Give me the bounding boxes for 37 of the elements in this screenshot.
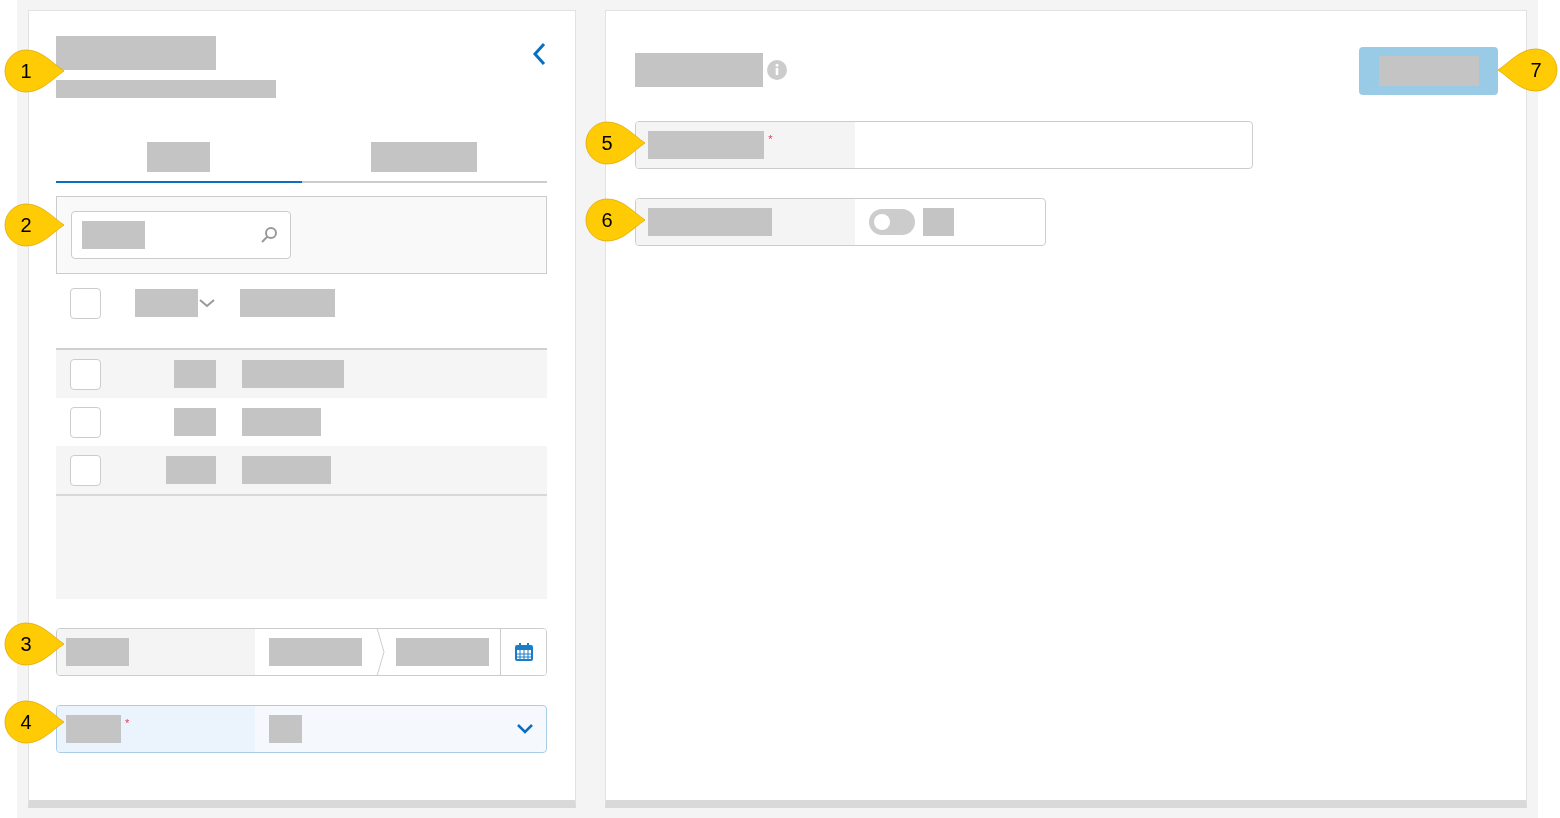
info-icon [767,60,788,80]
redacted-text [66,715,121,743]
redacted-text [82,221,145,249]
redacted-text [174,408,216,436]
redacted-text [269,715,302,743]
checkbox[interactable] [70,358,101,390]
name-field[interactable]: * [635,121,1254,169]
chevron-down-icon [198,297,216,309]
required-marker: * [768,132,773,147]
search-icon [260,226,278,244]
callout-marker: 3 [2,622,66,668]
checkbox[interactable] [70,406,101,438]
back-button[interactable] [531,41,548,65]
date-range-field[interactable] [56,628,548,676]
sort-header[interactable] [135,289,216,317]
table-row[interactable] [56,350,548,398]
callout-marker: 7 [1496,48,1560,94]
toggle-switch[interactable] [869,209,916,235]
required-marker: * [125,716,130,731]
redacted-text [166,456,216,484]
checkbox[interactable] [70,287,101,319]
callout-marker: 6 [583,198,647,244]
action-button[interactable] [1359,47,1498,95]
callout-marker: 1 [2,49,66,95]
callout-marker: 4 [2,700,66,746]
callout-marker: 2 [2,203,66,249]
checkbox[interactable] [70,454,101,486]
callout-marker: 5 [583,121,647,167]
caret-icon [516,723,535,735]
calendar-button[interactable] [500,629,547,675]
redacted-text [923,208,955,236]
select-field[interactable]: * [56,705,548,753]
calendar-icon [513,642,534,662]
redacted-text [174,360,216,388]
table-row[interactable] [56,446,548,494]
search-field[interactable] [71,211,291,259]
redacted-text [66,638,129,666]
